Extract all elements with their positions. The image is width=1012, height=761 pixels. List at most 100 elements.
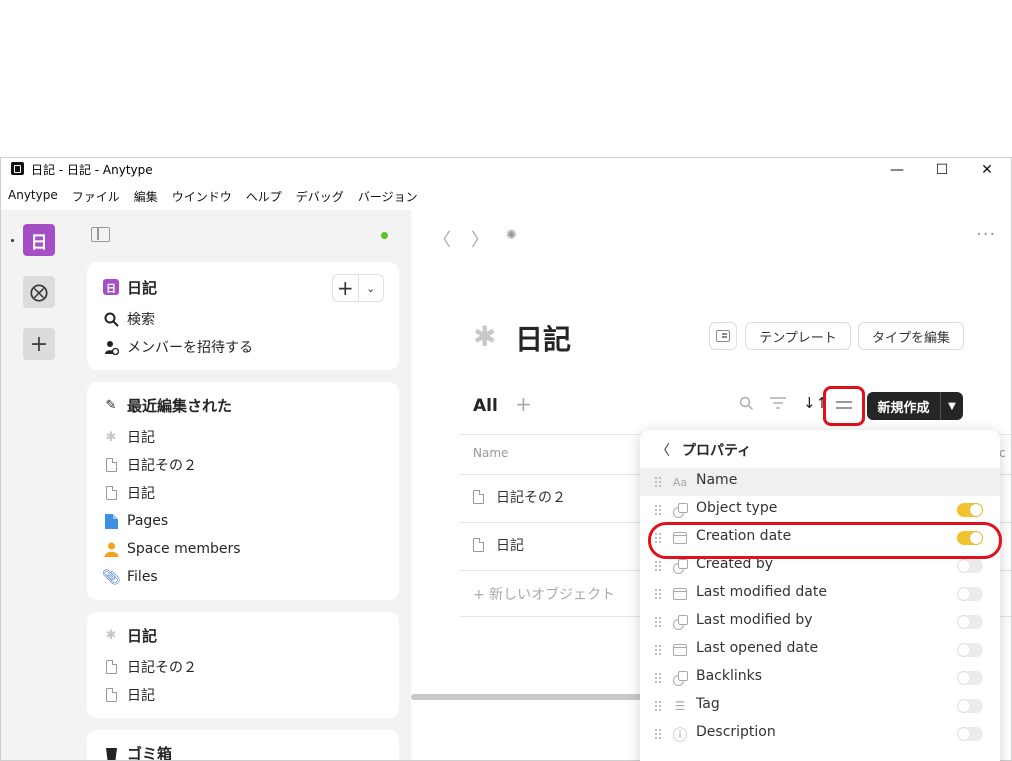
- space-header[interactable]: 日 日記: [103, 276, 157, 298]
- menu-file[interactable]: ファイル: [65, 185, 127, 207]
- menu-edit[interactable]: 編集: [127, 185, 165, 207]
- property-row-last-modified-by[interactable]: Last modified by: [640, 608, 1000, 636]
- visibility-toggle[interactable]: [957, 643, 983, 657]
- property-label: Description: [696, 724, 776, 740]
- visibility-toggle[interactable]: [957, 615, 983, 629]
- type-widget-item[interactable]: 日記その２: [103, 656, 197, 678]
- drag-handle-icon[interactable]: [654, 476, 662, 488]
- property-label: Backlinks: [696, 668, 763, 684]
- close-button[interactable]: ✕: [964, 158, 1010, 182]
- create-object-button[interactable]: +: [333, 275, 359, 301]
- visibility-toggle[interactable]: [957, 559, 983, 573]
- menu-debug[interactable]: デバッグ: [289, 185, 351, 207]
- page-icon: [473, 490, 484, 504]
- menu-version[interactable]: バージョン: [351, 185, 425, 207]
- properties-menu-title: プロパティ: [682, 443, 752, 459]
- page-title[interactable]: 日記: [515, 318, 571, 358]
- object-icon: [672, 558, 688, 574]
- property-row-description[interactable]: ⓘ Description: [640, 720, 1000, 748]
- visibility-toggle[interactable]: [957, 587, 983, 601]
- recent-item[interactable]: ✱ 日記: [103, 426, 155, 448]
- templates-button[interactable]: テンプレート: [745, 322, 851, 350]
- tag-icon: ☰: [674, 699, 686, 713]
- menu-window[interactable]: ウインドウ: [165, 185, 239, 207]
- type-widget: ✱ 日記 日記その２ 日記: [87, 612, 399, 718]
- highlight-settings: [823, 386, 865, 426]
- table-row[interactable]: 日記その２: [473, 486, 566, 508]
- add-new-object-row[interactable]: + 新しいオブジェクト: [473, 584, 615, 604]
- type-widget-item-label: 日記その２: [127, 660, 197, 676]
- chevron-left-icon[interactable]: 〈: [656, 440, 670, 460]
- type-widget-item-label: 日記: [127, 688, 155, 704]
- menu-anytype[interactable]: Anytype: [1, 185, 65, 207]
- recent-item[interactable]: Space members: [103, 538, 241, 560]
- drag-handle-icon[interactable]: [654, 644, 662, 656]
- minimize-button[interactable]: —: [874, 158, 920, 182]
- drag-handle-icon[interactable]: [654, 728, 662, 740]
- drag-handle-icon[interactable]: [654, 616, 662, 628]
- property-label: Name: [696, 472, 738, 488]
- chevron-down-icon[interactable]: ⌄: [359, 275, 384, 301]
- search-icon: [103, 311, 119, 327]
- property-label: Last modified by: [696, 612, 813, 628]
- property-row-name[interactable]: Aa Name: [640, 468, 1000, 496]
- back-arrow-icon[interactable]: 〈: [433, 226, 451, 252]
- view-tab-all[interactable]: All: [473, 396, 498, 416]
- invite-item[interactable]: メンバーを招待する: [103, 336, 253, 358]
- maximize-button[interactable]: ☐: [919, 158, 965, 182]
- layout-button[interactable]: [709, 322, 737, 350]
- drag-handle-icon[interactable]: [654, 588, 662, 600]
- type-widget-header[interactable]: ✱ 日記: [103, 624, 157, 646]
- toggle-sidebar-icon[interactable]: [91, 227, 110, 242]
- more-options-icon[interactable]: ···: [976, 224, 996, 245]
- new-object-button[interactable]: 新規作成 ▼: [867, 392, 963, 420]
- row-name: 日記その２: [496, 490, 566, 506]
- add-member-icon: [103, 339, 119, 355]
- no-entry-icon[interactable]: ⨂: [23, 276, 55, 308]
- visibility-toggle[interactable]: [957, 503, 983, 517]
- property-row-last-opened-date[interactable]: Last opened date: [640, 636, 1000, 664]
- calendar-icon: [672, 642, 688, 658]
- new-object-label[interactable]: 新規作成: [867, 392, 941, 420]
- graph-icon[interactable]: ✺: [506, 228, 522, 244]
- edit-type-button[interactable]: タイプを編集: [858, 322, 964, 350]
- drag-handle-icon[interactable]: [654, 672, 662, 684]
- bin-title: ゴミ箱: [127, 744, 173, 761]
- drag-handle-icon[interactable]: [654, 504, 662, 516]
- recent-item[interactable]: Pages: [103, 510, 168, 532]
- title-bar: 日記 - 日記 - Anytype — ☐ ✕: [1, 158, 1011, 182]
- property-row-backlinks[interactable]: Backlinks: [640, 664, 1000, 692]
- type-widget-item[interactable]: 日記: [103, 684, 155, 706]
- drag-handle-icon[interactable]: [654, 560, 662, 572]
- recent-header[interactable]: ✎ 最近編集された: [103, 394, 232, 416]
- filter-icon[interactable]: [770, 396, 786, 414]
- recent-item[interactable]: 日記その２: [103, 454, 197, 476]
- visibility-toggle[interactable]: [957, 699, 983, 713]
- object-icon: [672, 502, 688, 518]
- forward-arrow-icon[interactable]: 〉: [471, 226, 489, 252]
- add-view-button[interactable]: +: [515, 392, 532, 416]
- property-row-tag[interactable]: ☰ Tag: [640, 692, 1000, 720]
- property-row-object-type[interactable]: Object type: [640, 496, 1000, 524]
- recent-item[interactable]: 📎︎ Files: [101, 566, 157, 588]
- search-item[interactable]: 検索: [103, 308, 155, 330]
- bin-header[interactable]: ゴミ箱: [103, 742, 173, 761]
- chevron-down-icon[interactable]: ▼: [941, 392, 963, 420]
- space-widget: 日 日記 + ⌄ 検索 メンバーを招待する: [87, 262, 399, 370]
- menu-help[interactable]: ヘルプ: [239, 185, 289, 207]
- table-row[interactable]: 日記: [473, 534, 524, 556]
- column-header-name[interactable]: Name: [473, 446, 508, 460]
- add-space-button[interactable]: +: [23, 328, 55, 360]
- text-icon: Aa: [672, 475, 688, 489]
- horizontal-scrollbar[interactable]: [411, 694, 651, 700]
- property-row-last-modified-date[interactable]: Last modified date: [640, 580, 1000, 608]
- property-label: Tag: [696, 696, 720, 712]
- visibility-toggle[interactable]: [957, 671, 983, 685]
- invite-label: メンバーを招待する: [127, 340, 253, 356]
- drag-handle-icon[interactable]: [654, 700, 662, 712]
- space-nikki[interactable]: 日: [23, 224, 55, 256]
- visibility-toggle[interactable]: [957, 727, 983, 741]
- paperclip-icon: 📎︎: [101, 568, 121, 586]
- search-icon[interactable]: [739, 396, 754, 415]
- recent-item[interactable]: 日記: [103, 482, 155, 504]
